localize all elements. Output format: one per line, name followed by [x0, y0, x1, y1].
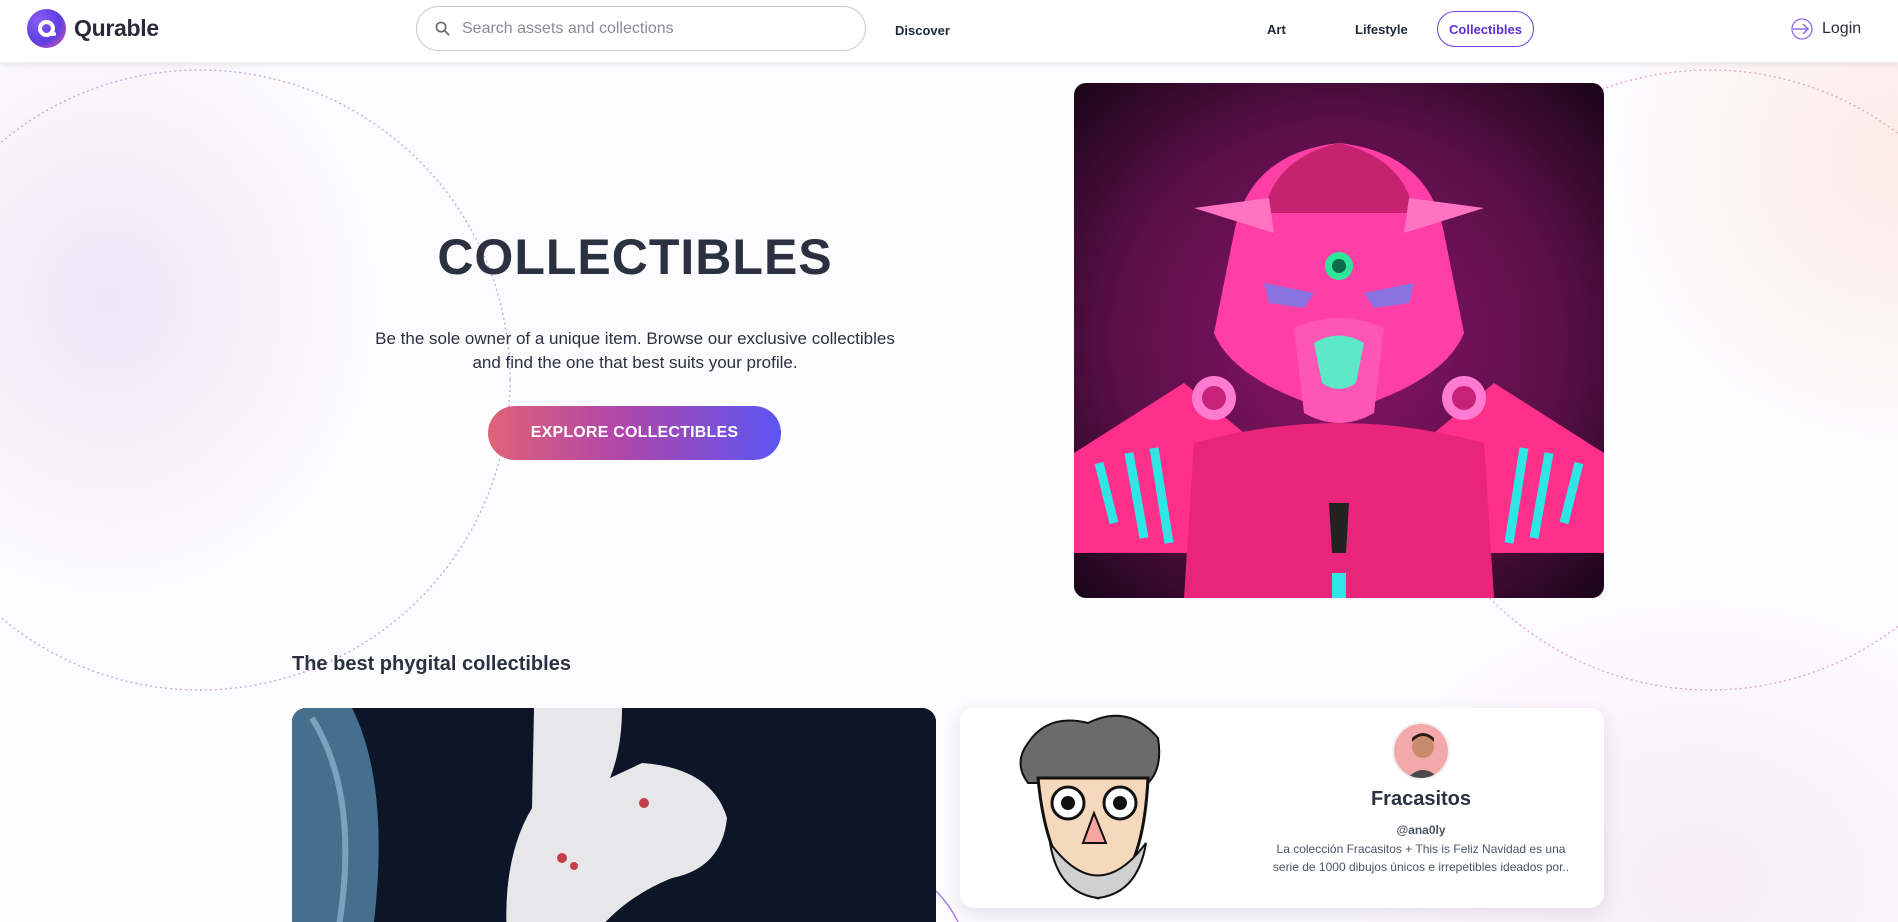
- page-background: [0, 0, 1898, 922]
- phygital-section-title: The best phygital collectibles: [292, 653, 571, 675]
- explore-collectibles-button[interactable]: EXPLORE COLLECTIBLES: [488, 406, 781, 460]
- login-label: Login: [1822, 20, 1862, 37]
- nav-art[interactable]: Art: [1267, 22, 1286, 37]
- collection-name: Fracasitos: [1370, 788, 1472, 810]
- collection-thumbnail: [1019, 714, 1161, 900]
- hero-collectible-image[interactable]: [1074, 83, 1604, 598]
- qurable-logo[interactable]: Qurable: [27, 9, 159, 48]
- creator-avatar[interactable]: [1392, 722, 1450, 780]
- qurable-logo-icon: [27, 9, 66, 48]
- top-navbar: Qurable Discover Art Lifestyle Collectib…: [0, 0, 1898, 63]
- nav-collectibles[interactable]: Collectibles: [1437, 11, 1534, 47]
- creator-handle[interactable]: @ana0ly: [1270, 823, 1572, 837]
- nav-discover[interactable]: Discover: [895, 23, 950, 38]
- hero-description: Be the sole owner of a unique item. Brow…: [375, 329, 895, 372]
- login-arrow-icon: [1791, 18, 1813, 40]
- nav-lifestyle[interactable]: Lifestyle: [1355, 22, 1408, 37]
- search-icon: [435, 21, 450, 36]
- search-bar: [416, 6, 866, 51]
- brand-name: Qurable: [74, 15, 159, 41]
- collection-card[interactable]: Fracasitos @ana0ly La colección Fracasit…: [960, 708, 1604, 908]
- featured-phygital-card[interactable]: [292, 708, 936, 922]
- collection-description: La colección Fracasitos + This is Feliz …: [1272, 842, 1570, 874]
- login-button[interactable]: Login: [1790, 17, 1861, 41]
- search-input[interactable]: [462, 19, 842, 38]
